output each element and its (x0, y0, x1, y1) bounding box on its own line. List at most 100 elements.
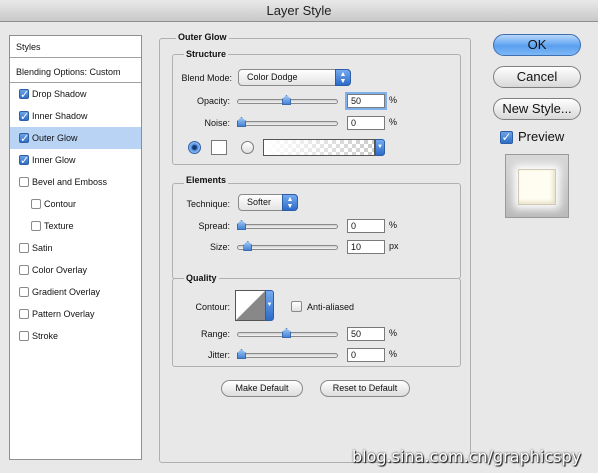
technique-value: Softer (247, 197, 272, 207)
style-item-stroke[interactable]: Stroke (10, 325, 141, 347)
range-input[interactable]: 50 (347, 327, 385, 341)
opacity-label: Opacity: (196, 96, 230, 106)
size-unit: px (389, 241, 399, 251)
gradient-picker[interactable] (263, 139, 375, 156)
range-unit: % (389, 328, 398, 338)
style-item-label: Satin (32, 243, 53, 253)
preview-swatch (518, 169, 556, 205)
style-preview-thumbnail (505, 154, 569, 218)
elements-title: Elements (184, 175, 229, 185)
jitter-slider[interactable] (237, 349, 338, 359)
jitter-unit: % (389, 349, 398, 359)
contour-curve-icon (236, 291, 265, 320)
style-item-label: Outer Glow (32, 133, 78, 143)
glow-color-swatch[interactable] (211, 140, 227, 155)
anti-aliased-checkbox[interactable] (291, 301, 302, 312)
outer-glow-title: Outer Glow (176, 32, 229, 42)
layer-style-dialog: Styles Blending Options: Custom Drop Sha… (0, 22, 598, 473)
preview-label: Preview (518, 129, 565, 144)
style-item-pattern-overlay[interactable]: Pattern Overlay (10, 303, 141, 325)
style-item-label: Drop Shadow (32, 89, 87, 99)
watermark: blog.sina.com.cn/graphicspy (352, 447, 582, 466)
styles-header[interactable]: Styles (10, 36, 141, 58)
title-bar[interactable]: Layer Style (0, 0, 598, 22)
ok-button[interactable]: OK (493, 34, 581, 56)
style-item-checkbox[interactable] (19, 84, 29, 106)
noise-slider[interactable] (237, 117, 338, 127)
jitter-label: Jitter: (207, 350, 230, 360)
style-item-drop-shadow[interactable]: Drop Shadow (10, 83, 141, 106)
style-item-checkbox[interactable] (19, 309, 29, 319)
style-item-checkbox[interactable] (19, 243, 29, 253)
style-item-label: Gradient Overlay (32, 287, 101, 297)
blend-mode-select[interactable]: Color Dodge ▲ ▼ (238, 69, 351, 86)
anti-aliased-label: Anti-aliased (307, 302, 355, 312)
style-item-checkbox[interactable] (19, 150, 29, 172)
style-item-texture[interactable]: Texture (10, 215, 141, 237)
range-label: Range: (200, 329, 230, 339)
preview-checkbox[interactable]: ✓ (500, 131, 513, 144)
size-slider[interactable] (237, 241, 338, 251)
opacity-unit: % (389, 95, 398, 105)
styles-header-label: Styles (16, 42, 41, 52)
styles-list: Styles Blending Options: Custom Drop Sha… (9, 35, 142, 460)
style-item-checkbox[interactable] (31, 199, 41, 209)
style-item-label: Stroke (32, 331, 59, 341)
blend-mode-value: Color Dodge (247, 72, 298, 82)
spread-unit: % (389, 220, 398, 230)
structure-title: Structure (184, 49, 229, 59)
blend-mode-label: Blend Mode: (181, 73, 232, 83)
style-item-color-overlay[interactable]: Color Overlay (10, 259, 141, 281)
opacity-input[interactable]: 50 (347, 94, 385, 108)
blending-options-label: Blending Options: Custom (16, 67, 121, 77)
range-slider[interactable] (237, 328, 338, 338)
noise-label: Noise: (204, 118, 230, 128)
contour-dropdown-icon[interactable]: ▼ (265, 290, 274, 321)
jitter-input[interactable]: 0 (347, 348, 385, 362)
size-label: Size: (209, 242, 230, 252)
spread-slider[interactable] (237, 220, 338, 230)
gradient-dropdown-icon[interactable]: ▼ (375, 139, 385, 156)
opacity-slider[interactable] (237, 95, 338, 105)
style-item-label: Color Overlay (32, 265, 88, 275)
style-item-inner-shadow[interactable]: Inner Shadow (10, 105, 141, 128)
quality-title: Quality (184, 273, 219, 283)
new-style-button[interactable]: New Style... (493, 98, 581, 120)
technique-select[interactable]: Softer ▲ ▼ (238, 194, 298, 211)
spread-input[interactable]: 0 (347, 219, 385, 233)
style-item-outer-glow[interactable]: Outer Glow (10, 127, 141, 150)
chevron-updown-icon: ▲ ▼ (282, 194, 298, 211)
window-title: Layer Style (266, 3, 332, 18)
style-item-checkbox[interactable] (19, 287, 29, 297)
style-item-gradient-overlay[interactable]: Gradient Overlay (10, 281, 141, 303)
style-item-label: Inner Glow (32, 155, 76, 165)
style-item-satin[interactable]: Satin (10, 237, 141, 259)
style-item-checkbox[interactable] (19, 177, 29, 187)
make-default-button[interactable]: Make Default (221, 380, 303, 397)
style-item-checkbox[interactable] (19, 265, 29, 275)
style-item-contour[interactable]: Contour (10, 193, 141, 215)
technique-label: Technique: (186, 199, 230, 209)
contour-picker[interactable] (235, 290, 266, 321)
style-item-label: Pattern Overlay (32, 309, 95, 319)
style-item-label: Texture (44, 221, 74, 231)
contour-label: Contour: (195, 302, 230, 312)
style-item-checkbox[interactable] (19, 128, 29, 150)
blending-options-item[interactable]: Blending Options: Custom (10, 61, 141, 83)
style-item-checkbox[interactable] (31, 221, 41, 231)
solid-color-radio[interactable] (188, 141, 201, 154)
noise-unit: % (389, 117, 398, 127)
gradient-radio[interactable] (241, 141, 254, 154)
style-item-bevel-and-emboss[interactable]: Bevel and Emboss (10, 171, 141, 193)
style-item-label: Contour (44, 199, 77, 209)
reset-to-default-button[interactable]: Reset to Default (320, 380, 410, 397)
elements-group (172, 183, 461, 279)
spread-label: Spread: (198, 221, 230, 231)
style-item-checkbox[interactable] (19, 106, 29, 128)
style-item-inner-glow[interactable]: Inner Glow (10, 149, 141, 172)
cancel-button[interactable]: Cancel (493, 66, 581, 88)
noise-input[interactable]: 0 (347, 116, 385, 130)
style-item-label: Inner Shadow (32, 111, 88, 121)
size-input[interactable]: 10 (347, 240, 385, 254)
style-item-checkbox[interactable] (19, 331, 29, 341)
